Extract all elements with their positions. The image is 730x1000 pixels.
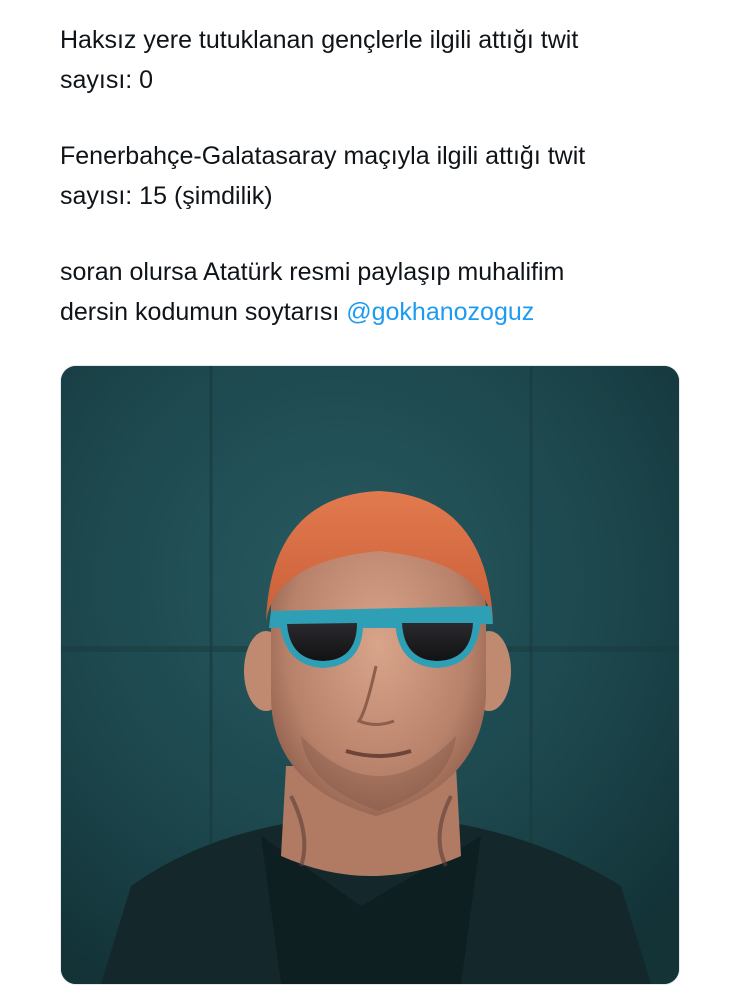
tweet-line: Haksız yere tutuklanan gençlerle ilgili … (60, 26, 579, 54)
tweet-photo[interactable] (60, 365, 680, 985)
tweet-line: Fenerbahçe-Galatasaray maçıyla ilgili at… (60, 142, 586, 170)
tweet-line: sayısı: 15 (şimdilik) (60, 182, 273, 210)
tweet-paragraph-3: soran olursa Atatürk resmi paylaşıp muha… (60, 252, 700, 332)
tweet-paragraph-1: Haksız yere tutuklanan gençlerle ilgili … (60, 20, 700, 100)
tweet-line: soran olursa Atatürk resmi paylaşıp muha… (60, 258, 565, 286)
mention-link[interactable]: @gokhanozoguz (346, 298, 534, 326)
tweet-paragraph-2: Fenerbahçe-Galatasaray maçıyla ilgili at… (60, 136, 700, 216)
tweet-line: dersin kodumun soytarısı (60, 298, 347, 326)
tweet-text: Haksız yere tutuklanan gençlerle ilgili … (60, 20, 700, 332)
tweet-line: sayısı: 0 (60, 66, 154, 94)
photo-of-man-with-sunglasses-icon (61, 366, 679, 984)
